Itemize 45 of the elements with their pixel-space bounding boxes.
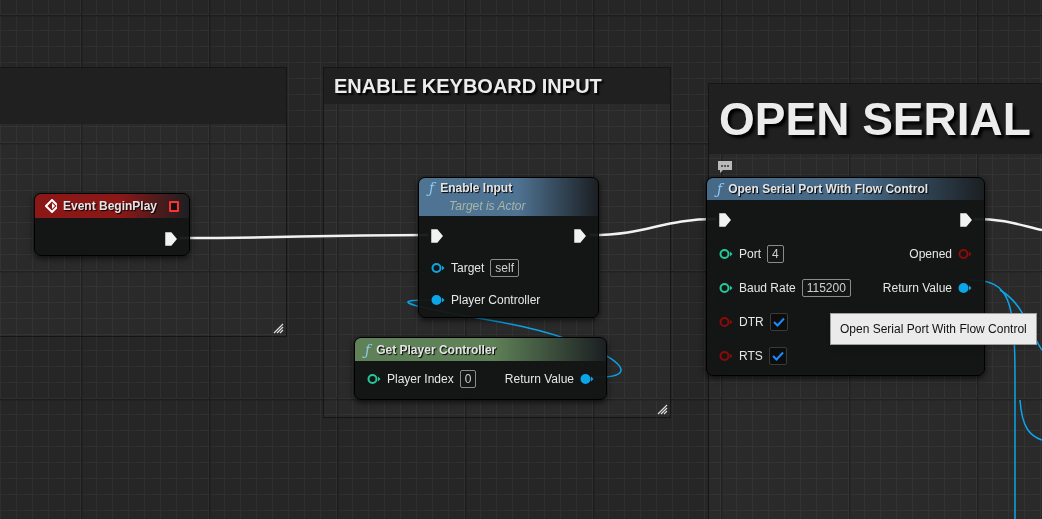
wire [1019, 399, 1042, 441]
tooltip: Open Serial Port With Flow Control [830, 313, 1037, 345]
pin-icon[interactable] [719, 282, 733, 294]
pin-icon[interactable] [367, 373, 381, 385]
node-title: Enable Input [440, 180, 513, 197]
pin-label: DTR [739, 314, 764, 331]
exec-pin-icon[interactable] [165, 232, 177, 246]
pin-label: Target [451, 260, 485, 277]
node-title: Open Serial Port With Flow Control [728, 181, 929, 198]
exec-pin-icon[interactable] [719, 213, 731, 227]
pin-label: Baud Rate [739, 280, 796, 297]
event-diamond-icon [45, 199, 57, 213]
comment-title: OPEN SERIAL [719, 91, 1031, 147]
pin-label: RTS [739, 348, 763, 365]
pin-label: Player Controller [451, 292, 541, 309]
pin-icon[interactable] [958, 282, 972, 294]
comment-bubble-icon[interactable] [717, 160, 733, 174]
value-field[interactable]: 115200 [801, 279, 851, 297]
pin-icon[interactable] [431, 294, 445, 306]
pin-icon[interactable] [431, 262, 445, 274]
pin-label: Opened [909, 246, 952, 263]
delegate-pin-icon[interactable] [169, 200, 179, 212]
pin-label: Return Value [504, 371, 574, 388]
value-field[interactable]: 0 [459, 370, 477, 388]
exec-pin-icon[interactable] [960, 213, 972, 227]
pin-label: Player Index [387, 371, 454, 388]
node-title: Event BeginPlay [63, 198, 157, 215]
pin-icon[interactable] [580, 373, 594, 385]
checkbox[interactable] [769, 313, 788, 331]
exec-pin-icon[interactable] [431, 229, 443, 243]
resize-grip-icon[interactable] [656, 403, 668, 415]
resize-grip-icon[interactable] [272, 322, 284, 334]
value-field[interactable]: self [490, 259, 520, 277]
pin-icon[interactable] [719, 248, 733, 260]
comment-title: ENABLE KEYBOARD INPUT [334, 74, 602, 99]
exec-pin-icon[interactable] [574, 229, 586, 243]
pin-label: Port [739, 246, 761, 263]
node-title: Get Player Controller [376, 341, 497, 359]
blueprint-node[interactable]: ƒ Enable Input Target is Actor Target self Player Controller [418, 177, 599, 318]
blueprint-node[interactable]: ƒ Get Player Controller Player Index 0 Return Value [354, 337, 607, 400]
blueprint-node[interactable]: Event BeginPlay [34, 193, 190, 256]
node-subtitle: Target is Actor [448, 198, 527, 215]
pin-label: Return Value [882, 280, 952, 297]
value-field[interactable]: 4 [767, 245, 784, 263]
checkbox[interactable] [768, 347, 787, 365]
